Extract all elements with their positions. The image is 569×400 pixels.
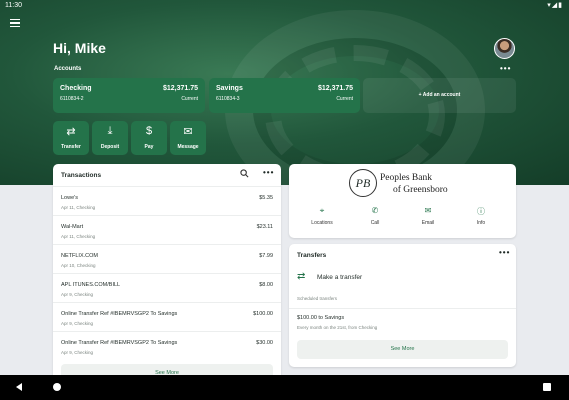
deposit-icon: ⤓ (107, 125, 113, 137)
back-icon[interactable] (16, 383, 22, 391)
transfer-action-button[interactable]: ⇄ Transfer (53, 121, 89, 155)
transfers-see-more-button[interactable]: See More (297, 340, 508, 359)
accounts-label: Accounts (54, 66, 82, 72)
transaction-description: Wal-Mart (61, 224, 84, 230)
transfers-card: Transfers ••• ⇄ Make a transfer Schedule… (289, 244, 516, 367)
transaction-row[interactable]: NETFLIX.COM Apr 10, Checking $7.99 (53, 244, 281, 273)
email-button[interactable]: ✉ Email (407, 206, 449, 226)
transaction-description: APL ITUNES.COM/BILL (61, 282, 121, 288)
transaction-description: Online Transfer Ref #IBEMRVSGP2 To Savin… (61, 311, 178, 317)
message-icon: ✉ (183, 126, 193, 138)
account-number: 6110834-2 (60, 96, 84, 102)
account-name: Checking (60, 85, 92, 92)
call-button[interactable]: ✆ Call (354, 206, 396, 226)
transaction-meta: Apr 11, Checking (61, 234, 96, 239)
hamburger-menu-icon[interactable] (10, 19, 20, 28)
pay-action-button[interactable]: $ Pay (131, 121, 167, 155)
scheduled-transfers-label: Scheduled transfers (297, 296, 338, 301)
add-account-button[interactable]: + Add an account (363, 78, 516, 113)
transaction-amount: $30.00 (256, 340, 273, 346)
account-number: 6110834-3 (216, 96, 240, 102)
status-time: 11:30 (5, 2, 22, 9)
accounts-more-icon[interactable]: ••• (500, 64, 511, 73)
transactions-list: Lowe's Apr 11, Checking $5.35 Wal-Mart A… (53, 186, 281, 360)
info-button[interactable]: ⓘ Info (460, 206, 502, 226)
transaction-row[interactable]: Lowe's Apr 11, Checking $5.35 (53, 186, 281, 215)
recent-apps-icon[interactable] (543, 383, 551, 391)
account-name: Savings (216, 85, 243, 92)
transfers-more-icon[interactable]: ••• (499, 248, 510, 257)
transaction-meta: Apr 10, Checking (61, 263, 96, 268)
transactions-card: Transactions ••• Lowe's Apr 11, Checking… (53, 164, 281, 384)
avatar[interactable] (494, 38, 515, 59)
bank-seal-icon: PB (349, 169, 377, 197)
bank-action-label: Locations (311, 220, 333, 226)
transaction-row[interactable]: APL ITUNES.COM/BILL Apr 9, Checking $8.0… (53, 273, 281, 302)
transaction-row[interactable]: Online Transfer Ref #IBEMRVSGP2 To Savin… (53, 302, 281, 331)
deposit-action-button[interactable]: ⤓ Deposit (92, 121, 128, 155)
phone-icon: ✆ (371, 206, 379, 215)
mail-icon: ✉ (424, 206, 432, 215)
make-transfer-button[interactable]: ⇄ Make a transfer (289, 266, 516, 288)
account-status: Current (336, 96, 353, 102)
pay-icon: $ (145, 125, 153, 137)
transaction-row[interactable]: Wal-Mart Apr 11, Checking $23.11 (53, 215, 281, 244)
transfer-icon: ⇄ (66, 126, 76, 138)
home-icon[interactable] (53, 383, 61, 391)
transaction-meta: Apr 9, Checking (61, 321, 94, 326)
action-label: Transfer (61, 144, 81, 150)
system-nav-bar (0, 375, 569, 400)
transaction-amount: $8.00 (259, 282, 273, 288)
action-label: Deposit (100, 144, 120, 150)
transactions-more-icon[interactable]: ••• (263, 168, 274, 177)
transaction-description: Online Transfer Ref #IBEMRVSGP2 To Savin… (61, 340, 178, 346)
account-balance: $12,371.75 (317, 85, 353, 92)
locations-button[interactable]: ⌖ Locations (301, 206, 343, 226)
location-pin-icon: ⌖ (319, 206, 325, 215)
transaction-amount: $23.11 (256, 224, 273, 230)
status-bar: 11:30 ▾◢▮ (0, 0, 569, 12)
bank-action-label: Call (370, 220, 380, 226)
action-label: Pay (144, 144, 154, 150)
transaction-meta: Apr 9, Checking (61, 292, 94, 297)
transactions-title: Transactions (61, 172, 102, 179)
transaction-amount: $100.00 (253, 311, 273, 317)
account-status: Current (181, 96, 198, 102)
account-card-savings[interactable]: Savings 6110834-3 $12,371.75 Current (209, 78, 360, 113)
search-icon[interactable] (240, 169, 249, 180)
bank-name-line1: Peoples Bank (380, 173, 432, 183)
transfers-title: Transfers (297, 252, 327, 259)
bank-action-label: Info (476, 220, 486, 226)
status-icons: ▾◢▮ (547, 2, 563, 9)
scheduled-transfer-item[interactable]: $100.00 to Savings Every month on the 21… (289, 308, 516, 334)
make-transfer-label: Make a transfer (317, 274, 363, 281)
info-icon: ⓘ (477, 207, 485, 216)
transaction-amount: $5.35 (259, 195, 273, 201)
bank-logo: PB Peoples Bank of Greensboro (349, 169, 459, 199)
transaction-amount: $7.99 (259, 253, 273, 259)
account-card-checking[interactable]: Checking 6110834-2 $12,371.75 Current (53, 78, 205, 113)
message-action-button[interactable]: ✉ Message (170, 121, 206, 155)
transaction-description: NETFLIX.COM (61, 253, 98, 259)
transaction-description: Lowe's (61, 195, 78, 201)
action-label: Message (177, 144, 199, 150)
transfer-icon: ⇄ (297, 271, 306, 282)
scheduled-transfer-meta: Every month on the 21st, from Checking (297, 325, 378, 330)
transaction-row[interactable]: Online Transfer Ref #IBEMRVSGP2 To Savin… (53, 331, 281, 360)
transaction-meta: Apr 9, Checking (61, 350, 94, 355)
greeting: Hi, Mike (53, 40, 106, 56)
account-balance: $12,371.75 (162, 85, 198, 92)
scheduled-transfer-amount: $100.00 to Savings (297, 315, 345, 321)
bank-info-card: PB Peoples Bank of Greensboro ⌖ Location… (289, 164, 516, 238)
transaction-meta: Apr 11, Checking (61, 205, 96, 210)
bank-action-label: Email (421, 220, 435, 226)
bank-name-line2: of Greensboro (393, 185, 448, 195)
